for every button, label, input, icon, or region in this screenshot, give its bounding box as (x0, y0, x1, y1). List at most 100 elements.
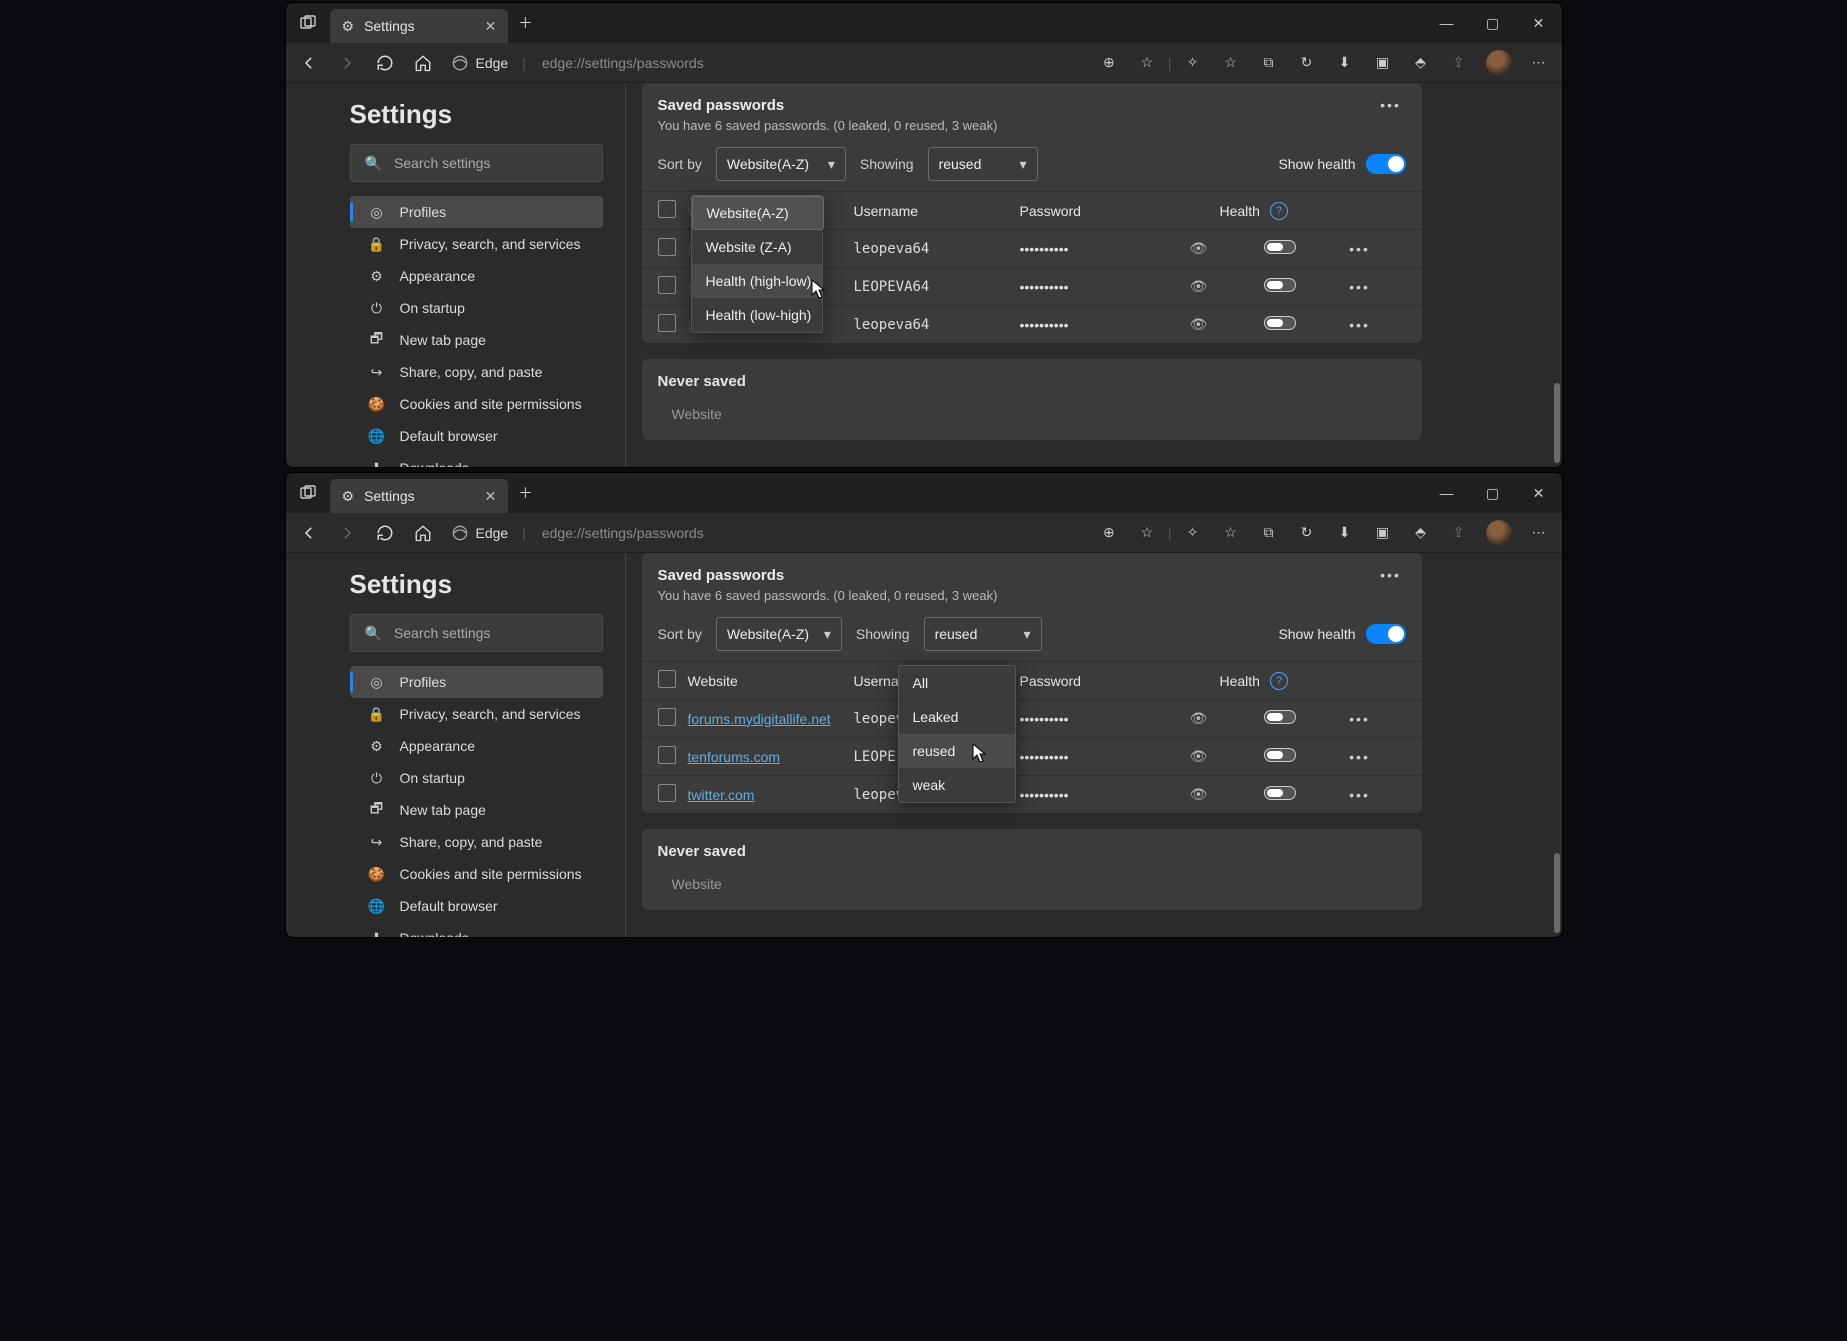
history-icon[interactable]: ↻ (1290, 46, 1324, 80)
minimize-button[interactable]: — (1424, 473, 1470, 513)
history-icon[interactable]: ↻ (1290, 516, 1324, 550)
row-actions-button[interactable]: ••• (1340, 317, 1380, 333)
sort-by-select[interactable]: Website(A-Z) ▾ (716, 617, 842, 651)
row-checkbox[interactable] (658, 784, 676, 802)
address-bar[interactable]: Edge | edge://settings/passwords (452, 525, 1080, 541)
favorite-icon[interactable]: ☆ (1130, 516, 1164, 550)
forward-button[interactable] (330, 516, 364, 550)
tabs-strip-icon[interactable] (286, 15, 330, 31)
sidebar-item-downloads[interactable]: ⬇Downloads (350, 922, 603, 938)
collections-icon[interactable]: ⧉ (1252, 46, 1286, 80)
row-checkbox[interactable] (658, 314, 676, 332)
sort-by-dropdown[interactable]: Website(A-Z) Website (Z-A) Health (high-… (691, 195, 823, 333)
browser-tab[interactable]: ⚙ Settings ✕ (330, 9, 509, 43)
sidebar-item-startup[interactable]: ⏻On startup (350, 292, 603, 324)
browser-tab[interactable]: ⚙ Settings ✕ (330, 479, 509, 513)
collections-icon[interactable]: ⧉ (1252, 516, 1286, 550)
performance-icon[interactable]: ⬘ (1404, 46, 1438, 80)
sidebar-item-cookies[interactable]: 🍪Cookies and site permissions (350, 858, 603, 890)
row-actions-button[interactable]: ••• (1340, 279, 1380, 295)
sort-option[interactable]: Website(A-Z) (692, 196, 824, 230)
sidebar-item-startup[interactable]: ⏻On startup (350, 762, 603, 794)
new-tab-button[interactable]: ＋ (518, 13, 532, 33)
home-button[interactable] (406, 46, 440, 80)
row-actions-button[interactable]: ••• (1340, 787, 1380, 803)
minimize-button[interactable]: — (1424, 3, 1470, 43)
sidebar-item-share[interactable]: ↪Share, copy, and paste (350, 356, 603, 388)
sidebar-item-appearance[interactable]: ⚙Appearance (350, 260, 603, 292)
reveal-password-button[interactable]: 👁 (1190, 316, 1220, 333)
back-button[interactable] (292, 516, 326, 550)
close-window-button[interactable]: ✕ (1516, 3, 1562, 43)
card-more-button[interactable]: ••• (1376, 567, 1406, 583)
showing-option[interactable]: reused (899, 734, 1015, 768)
search-settings-input[interactable]: 🔍 Search settings (350, 144, 603, 182)
select-all-checkbox[interactable] (658, 200, 676, 218)
address-bar[interactable]: Edge | edge://settings/passwords (452, 55, 1080, 71)
profile-avatar[interactable] (1486, 50, 1512, 76)
sidebar-item-privacy[interactable]: 🔒Privacy, search, and services (350, 228, 603, 260)
home-button[interactable] (406, 516, 440, 550)
refresh-button[interactable] (368, 46, 402, 80)
row-checkbox[interactable] (658, 276, 676, 294)
showing-option[interactable]: All (899, 666, 1015, 700)
row-website[interactable]: forums.mydigitallife.net (688, 711, 854, 727)
favorites-icon[interactable]: ☆ (1214, 46, 1248, 80)
reveal-password-button[interactable]: 👁 (1190, 710, 1220, 727)
row-actions-button[interactable]: ••• (1340, 711, 1380, 727)
row-actions-button[interactable]: ••• (1340, 749, 1380, 765)
reveal-password-button[interactable]: 👁 (1190, 240, 1220, 257)
reveal-password-button[interactable]: 👁 (1190, 278, 1220, 295)
row-actions-button[interactable]: ••• (1340, 241, 1380, 257)
sidebar-item-default-browser[interactable]: 🌐Default browser (350, 420, 603, 452)
sidebar-item-profiles[interactable]: ◎Profiles (350, 666, 603, 698)
help-icon[interactable]: ? (1270, 202, 1288, 220)
row-checkbox[interactable] (658, 708, 676, 726)
showing-option[interactable]: Leaked (899, 700, 1015, 734)
overflow-menu-icon[interactable]: ⋯ (1522, 516, 1556, 550)
showing-select[interactable]: reused ▾ (924, 617, 1042, 651)
sort-by-select[interactable]: Website(A-Z) ▾ (716, 147, 846, 181)
show-health-toggle[interactable] (1366, 154, 1406, 174)
help-icon[interactable]: ? (1270, 672, 1288, 690)
reveal-password-button[interactable]: 👁 (1190, 748, 1220, 765)
showing-select[interactable]: reused ▾ (928, 147, 1038, 181)
back-button[interactable] (292, 46, 326, 80)
downloads-icon[interactable]: ⬇ (1328, 46, 1362, 80)
favorites-icon[interactable]: ☆ (1214, 516, 1248, 550)
sidebar-item-profiles[interactable]: ◎Profiles (350, 196, 603, 228)
screenshot-icon[interactable]: ▣ (1366, 46, 1400, 80)
reveal-password-button[interactable]: 👁 (1190, 786, 1220, 803)
maximize-button[interactable]: ▢ (1470, 3, 1516, 43)
zoom-icon[interactable]: ⊕ (1092, 46, 1126, 80)
sort-option[interactable]: Website (Z-A) (692, 230, 822, 264)
overflow-menu-icon[interactable]: ⋯ (1522, 46, 1556, 80)
sidebar-item-newtab[interactable]: 🗗New tab page (350, 794, 603, 826)
share-icon[interactable]: ⇪ (1442, 516, 1476, 550)
showing-dropdown[interactable]: All Leaked reused weak (898, 665, 1016, 803)
sidebar-item-share[interactable]: ↪Share, copy, and paste (350, 826, 603, 858)
row-website[interactable]: tenforums.com (688, 749, 854, 765)
extensions-icon[interactable]: ✧ (1176, 516, 1210, 550)
forward-button[interactable] (330, 46, 364, 80)
select-all-checkbox[interactable] (658, 670, 676, 688)
card-more-button[interactable]: ••• (1376, 97, 1406, 113)
new-tab-button[interactable]: ＋ (518, 483, 532, 503)
sort-option[interactable]: Health (high-low) (692, 264, 822, 298)
tabs-strip-icon[interactable] (286, 485, 330, 501)
row-checkbox[interactable] (658, 238, 676, 256)
sort-option[interactable]: Health (low-high) (692, 298, 822, 332)
share-icon[interactable]: ⇪ (1442, 46, 1476, 80)
screenshot-icon[interactable]: ▣ (1366, 516, 1400, 550)
sidebar-item-cookies[interactable]: 🍪Cookies and site permissions (350, 388, 603, 420)
favorite-icon[interactable]: ☆ (1130, 46, 1164, 80)
close-tab-icon[interactable]: ✕ (485, 18, 497, 35)
sidebar-item-privacy[interactable]: 🔒Privacy, search, and services (350, 698, 603, 730)
sidebar-item-downloads[interactable]: ⬇Downloads (350, 452, 603, 468)
close-window-button[interactable]: ✕ (1516, 473, 1562, 513)
close-tab-icon[interactable]: ✕ (485, 488, 497, 505)
sidebar-item-default-browser[interactable]: 🌐Default browser (350, 890, 603, 922)
profile-avatar[interactable] (1486, 520, 1512, 546)
zoom-icon[interactable]: ⊕ (1092, 516, 1126, 550)
show-health-toggle[interactable] (1366, 624, 1406, 644)
